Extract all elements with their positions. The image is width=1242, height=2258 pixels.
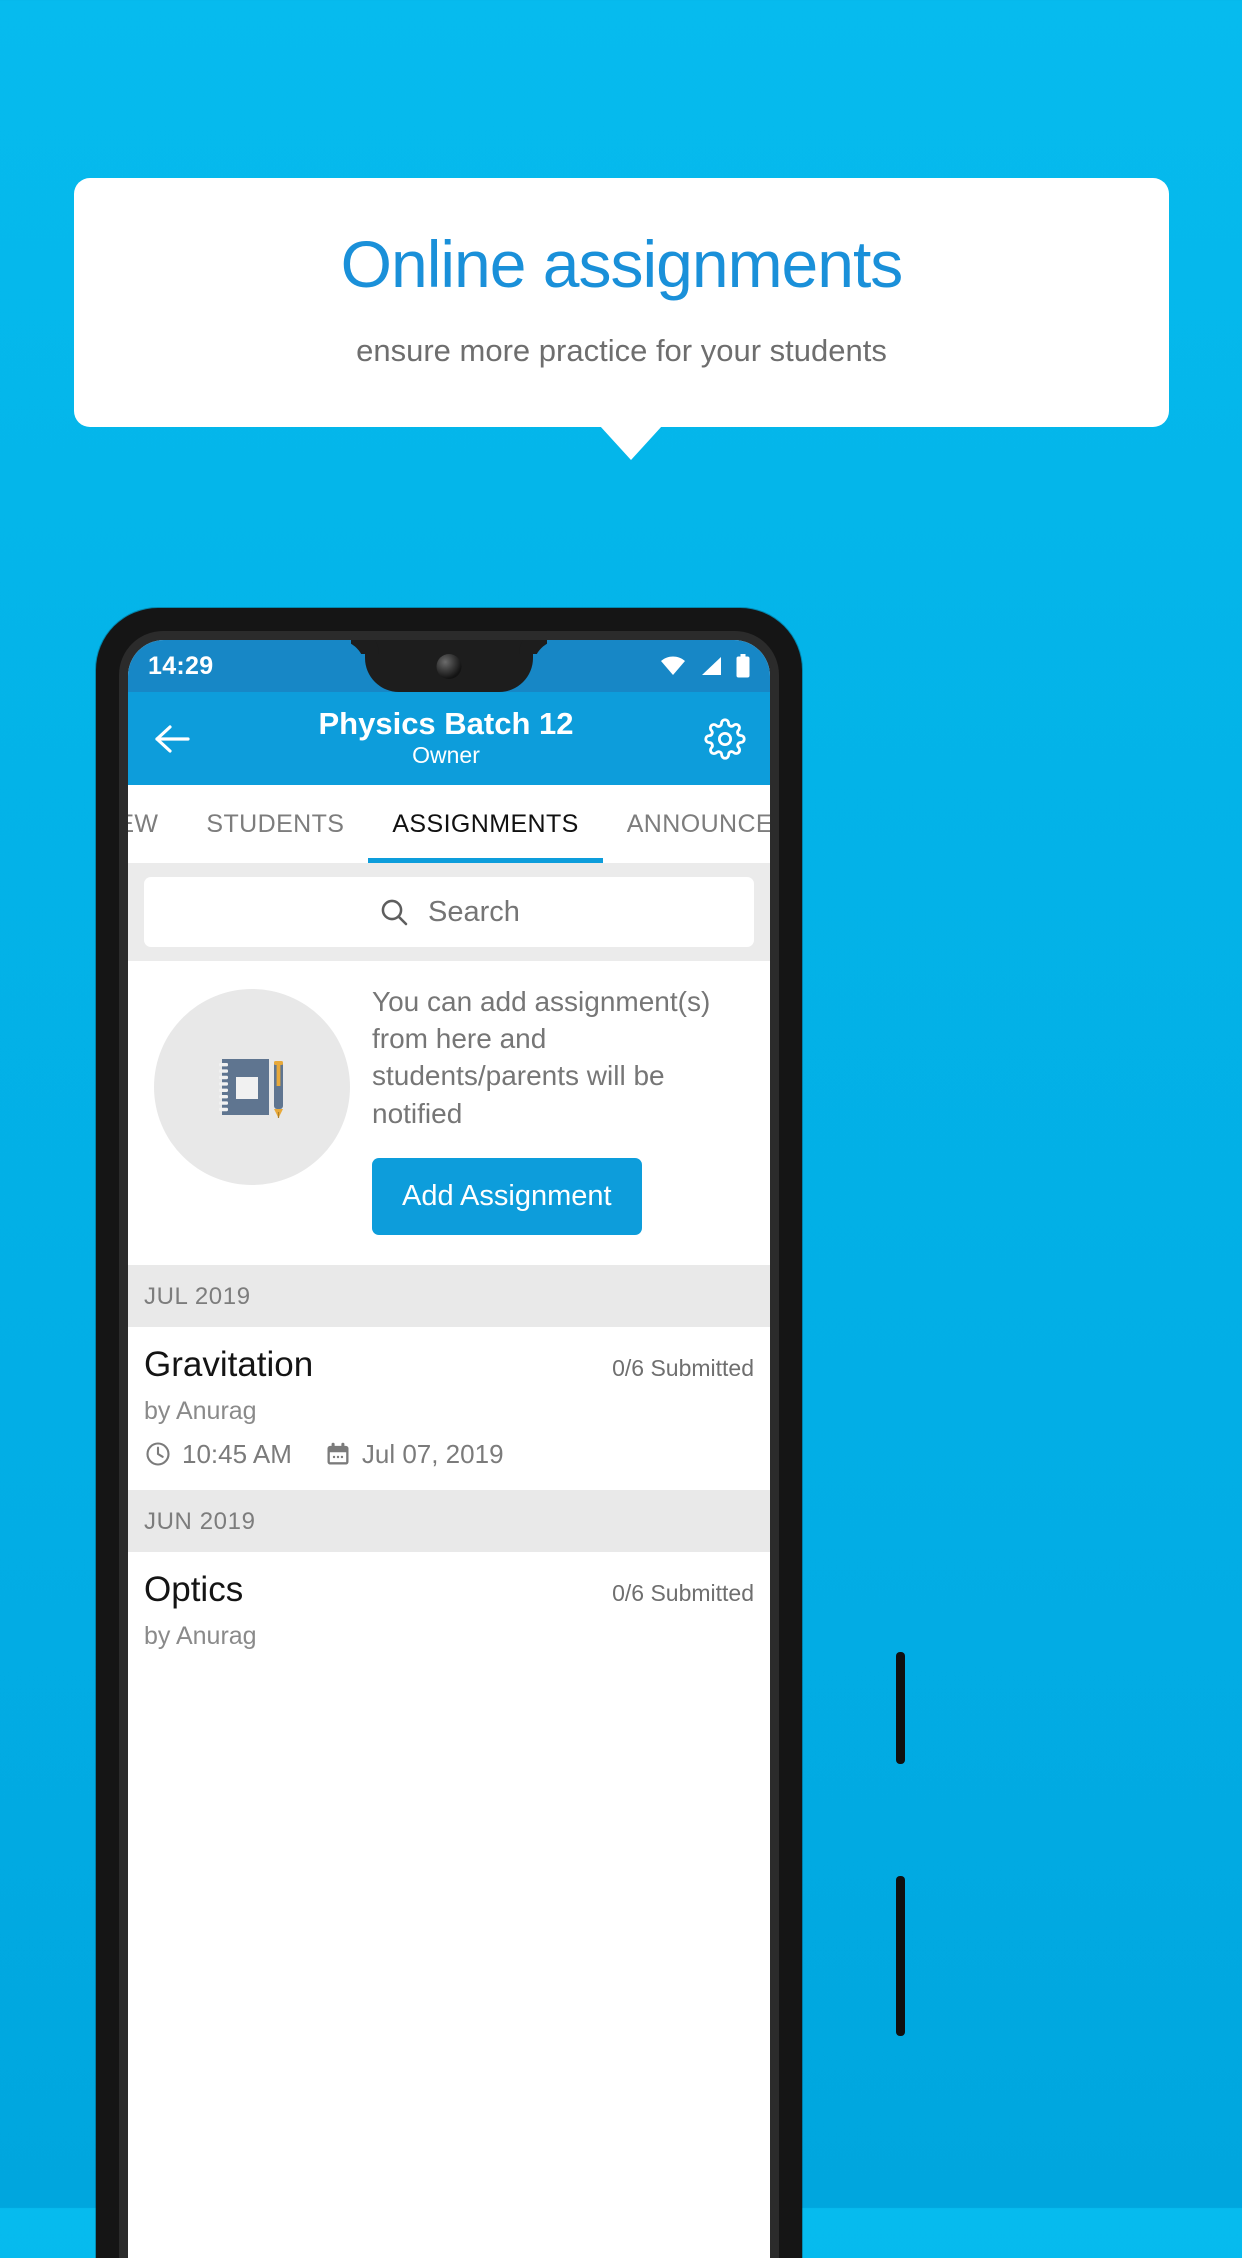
page-title: Physics Batch 12 <box>318 705 574 741</box>
empty-state-card: You can add assignment(s) from here and … <box>128 961 770 1265</box>
month-header-jul: JUL 2019 <box>128 1264 770 1327</box>
assignment-row-header: Optics 0/6 Submitted <box>144 1570 754 1610</box>
assignment-submitted-count: 0/6 Submitted <box>612 1354 754 1381</box>
phone-volume-button[interactable] <box>896 1876 905 2036</box>
page-subtitle: Owner <box>412 742 480 769</box>
month-header-jun: JUN 2019 <box>128 1489 770 1552</box>
wifi-icon <box>660 656 686 676</box>
tab-bar[interactable]: IEW STUDENTS ASSIGNMENTS ANNOUNCEM <box>128 785 770 863</box>
assignment-row[interactable]: Optics 0/6 Submitted by Anurag <box>128 1551 770 1671</box>
front-camera-icon <box>436 654 462 679</box>
assignment-title: Gravitation <box>144 1344 314 1384</box>
battery-icon <box>736 654 750 678</box>
tab-overview[interactable]: IEW <box>128 785 182 863</box>
assignment-title: Optics <box>144 1569 244 1609</box>
notebook-pen-icon <box>209 1044 295 1130</box>
add-assignment-button[interactable]: Add Assignment <box>372 1157 642 1235</box>
assignment-author: by Anurag <box>144 1396 257 1425</box>
phone-power-button[interactable] <box>896 1652 905 1764</box>
tab-label: ANNOUNCEM <box>626 809 770 838</box>
promo-bubble-tail <box>600 426 662 460</box>
phone-screen: 14:29 Physics Batch 12 Owner W STUDENTS … <box>128 640 770 2258</box>
app-bar: Physics Batch 12 Owner <box>128 692 770 785</box>
app-bar-titles: Physics Batch 12 Owner <box>190 705 702 770</box>
assignment-row[interactable]: Gravitation 0/6 Submitted by Anurag 10:4… <box>128 1326 770 1490</box>
calendar-icon <box>324 1440 352 1468</box>
tab-label: IEW <box>128 809 159 838</box>
clock-icon <box>144 1440 172 1468</box>
empty-state-content: You can add assignment(s) from here and … <box>360 983 754 1235</box>
assignment-author: by Anurag <box>144 1621 257 1650</box>
settings-button[interactable] <box>702 716 748 762</box>
search-input[interactable]: Search <box>144 877 754 947</box>
search-bar-container: Search <box>128 863 770 961</box>
empty-state-text: You can add assignment(s) from here and … <box>372 986 711 1129</box>
tab-assignments[interactable]: ASSIGNMENTS <box>368 785 604 863</box>
gear-icon <box>704 717 746 760</box>
status-bar-icons <box>660 654 750 678</box>
assignment-time: 10:45 AM <box>182 1438 292 1469</box>
search-placeholder: Search <box>428 895 520 928</box>
assignment-meta: 10:45 AM Jul 07, 2019 <box>144 1439 754 1470</box>
phone-bezel: 14:29 Physics Batch 12 Owner W STUDENTS … <box>119 631 779 2258</box>
status-bar-time: 14:29 <box>148 651 214 680</box>
tab-label: STUDENTS <box>206 809 345 838</box>
empty-state-illustration <box>154 989 350 1185</box>
search-icon <box>378 896 410 928</box>
tab-label: ASSIGNMENTS <box>392 809 579 838</box>
assignment-date: Jul 07, 2019 <box>361 1438 504 1469</box>
signal-icon <box>700 656 722 676</box>
promo-title: Online assignments <box>340 227 904 301</box>
phone-mockup: 14:29 Physics Batch 12 Owner W STUDENTS … <box>96 608 905 2258</box>
assignment-row-header: Gravitation 0/6 Submitted <box>144 1345 754 1385</box>
promo-subtitle: ensure more practice for your students <box>356 333 887 368</box>
assignment-submitted-count: 0/6 Submitted <box>612 1579 754 1606</box>
promo-card: Online assignments ensure more practice … <box>74 178 1169 427</box>
tab-students[interactable]: STUDENTS <box>182 785 368 863</box>
tab-announcements[interactable]: ANNOUNCEM <box>603 785 770 863</box>
